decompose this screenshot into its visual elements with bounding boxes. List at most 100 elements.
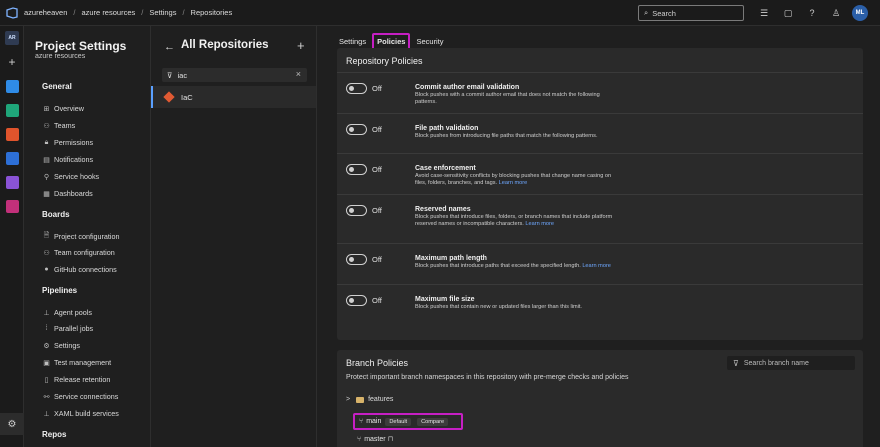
test-icon: ▣ (43, 359, 50, 367)
repository-policies-title: Repository Policies (346, 56, 423, 66)
nav-item-overview[interactable]: ⊞ Overview (42, 104, 84, 113)
branch-row-master[interactable]: ⑂ master ⊓ (357, 435, 394, 444)
tab-security[interactable]: Security (413, 35, 446, 48)
shopping-bag-icon[interactable]: ▢ (780, 5, 796, 21)
nav-item-github-connections[interactable]: ● GitHub connections (42, 265, 116, 274)
avatar[interactable]: ML (852, 5, 868, 21)
back-arrow-icon[interactable]: ← (164, 41, 175, 53)
repositories-panel: ← All Repositories + ⊽ iac × IaC (151, 26, 317, 447)
help-icon[interactable]: ? (804, 5, 820, 21)
branch-policies-panel: Branch Policies Protect important branch… (337, 350, 863, 447)
agent-pool-icon: ⊥ (43, 309, 50, 317)
policy-toggle[interactable] (346, 124, 367, 135)
learn-more-link[interactable]: Learn more (525, 221, 554, 227)
nav-item-xaml-build-services[interactable]: ⊥ XAML build services (42, 409, 118, 418)
search-input[interactable]: ⌕ Search (638, 5, 744, 21)
chevron-right-icon[interactable]: > (346, 396, 350, 403)
nav-section-repos: Repos (42, 430, 67, 439)
policy-title: File path validation (415, 125, 479, 132)
policy-title: Maximum path length (415, 255, 487, 262)
breadcrumb-org[interactable]: azureheaven (24, 8, 67, 17)
policy-description: Block pushes from introducing file paths… (415, 133, 598, 139)
tab-settings[interactable]: Settings (336, 35, 369, 48)
main-content: Settings Policies Security Repository Po… (317, 26, 880, 447)
policy-description: Block pushes that contain new or updated… (415, 304, 582, 310)
policy-toggle[interactable] (346, 164, 367, 175)
project-avatar[interactable]: AR (0, 26, 24, 50)
breadcrumb-separator: / (182, 8, 185, 17)
policy-toggle[interactable] (346, 205, 367, 216)
nav-item-service-hooks[interactable]: ⚲ Service hooks (42, 172, 99, 181)
artifacts-icon[interactable] (0, 194, 24, 218)
policy-description: Block pushes that introduce paths that e… (415, 263, 611, 269)
default-badge: Default (385, 417, 412, 426)
nav-item-team-configuration[interactable]: ⚇ Team configuration (42, 248, 114, 257)
parallel-icon: ⁞ (45, 325, 48, 332)
branch-policies-title: Branch Policies (346, 358, 409, 368)
search-placeholder: Search (652, 8, 676, 18)
toggle-knob (349, 257, 354, 262)
nav-item-notifications[interactable]: ▤ Notifications (42, 155, 93, 164)
toggle-knob (349, 298, 354, 303)
teams-icon: ⚇ (43, 122, 50, 130)
top-bar: azureheaven / azure resources / Settings… (0, 0, 880, 26)
nav-item-service-connections[interactable]: ⚯ Service connections (42, 392, 119, 401)
nav-item-release-retention[interactable]: ▯ Release retention (42, 375, 111, 384)
branch-folder-row[interactable]: > features (346, 396, 393, 403)
policy-toggle[interactable] (346, 83, 367, 94)
hook-icon: ⚲ (43, 173, 50, 181)
project-settings-nav: Project Settings azure resources General… (24, 26, 151, 447)
learn-more-link[interactable]: Learn more (499, 180, 528, 186)
breadcrumb-project[interactable]: azure resources (81, 8, 135, 17)
test-plans-icon[interactable] (0, 170, 24, 194)
toggle-knob (349, 127, 354, 132)
clear-filter-icon[interactable]: × (296, 69, 301, 79)
branch-search-placeholder: Search branch name (743, 359, 809, 367)
repos-icon[interactable] (0, 122, 24, 146)
user-settings-icon[interactable]: ♙ (828, 5, 844, 21)
nav-item-pipeline-settings[interactable]: ⚙ Settings (42, 341, 80, 350)
policy-lock-icon: ⊓ (387, 436, 394, 443)
nav-item-teams[interactable]: ⚇ Teams (42, 121, 75, 130)
toggle-knob (349, 208, 354, 213)
breadcrumb-separator: / (141, 8, 144, 17)
breadcrumb-settings[interactable]: Settings (149, 8, 176, 17)
policy-toggle[interactable] (346, 295, 367, 306)
learn-more-link[interactable]: Learn more (582, 263, 611, 269)
repository-filter-input[interactable]: ⊽ iac × (162, 68, 307, 82)
branch-search-input[interactable]: ⊽ Search branch name (727, 356, 855, 370)
folder-icon (356, 396, 365, 403)
repository-row[interactable]: IaC (151, 86, 316, 108)
add-repository-icon[interactable]: + (297, 38, 305, 53)
filter-icon: ⊽ (733, 358, 739, 368)
nav-item-permissions[interactable]: 🔒︎ Permissions (42, 138, 94, 147)
policy-state: Off (372, 125, 382, 134)
nav-section-boards: Boards (42, 210, 70, 219)
nav-item-dashboards[interactable]: ▦ Dashboards (42, 189, 93, 198)
notification-icon: ▤ (43, 156, 50, 164)
policy-row-commit-author-email: Off Commit author email validation Block… (337, 72, 863, 113)
azure-devops-logo-icon[interactable] (0, 0, 24, 26)
filter-icon: ⊽ (167, 70, 173, 80)
nav-item-parallel-jobs[interactable]: ⁞ Parallel jobs (42, 324, 94, 333)
left-rail: AR + ⚙ (0, 26, 24, 447)
pipelines-icon[interactable] (0, 146, 24, 170)
policy-row-file-path: Off File path validation Block pushes fr… (337, 113, 863, 153)
nav-item-project-configuration[interactable]: 🗎︎ Project configuration (42, 231, 120, 242)
nav-item-test-management[interactable]: ▣ Test management (42, 358, 111, 367)
list-settings-icon[interactable]: ☰ (756, 5, 772, 21)
nav-item-agent-pools[interactable]: ⊥ Agent pools (42, 308, 92, 317)
overview-icon[interactable] (0, 74, 24, 98)
breadcrumb-repositories[interactable]: Repositories (191, 8, 233, 17)
add-icon[interactable]: + (0, 50, 24, 74)
branch-row-main[interactable]: ⑂ main Default Compare (353, 413, 463, 430)
dashboard-icon: ▦ (43, 190, 50, 198)
branch-name: master (364, 435, 386, 443)
boards-icon[interactable] (0, 98, 24, 122)
repository-filter-value: iac (177, 70, 188, 80)
branch-icon: ⑂ (357, 435, 362, 443)
project-settings-gear-icon[interactable]: ⚙ (0, 413, 24, 435)
policy-toggle[interactable] (346, 254, 367, 265)
nav-title: Project Settings (35, 39, 127, 53)
build-icon: ⊥ (43, 410, 50, 418)
